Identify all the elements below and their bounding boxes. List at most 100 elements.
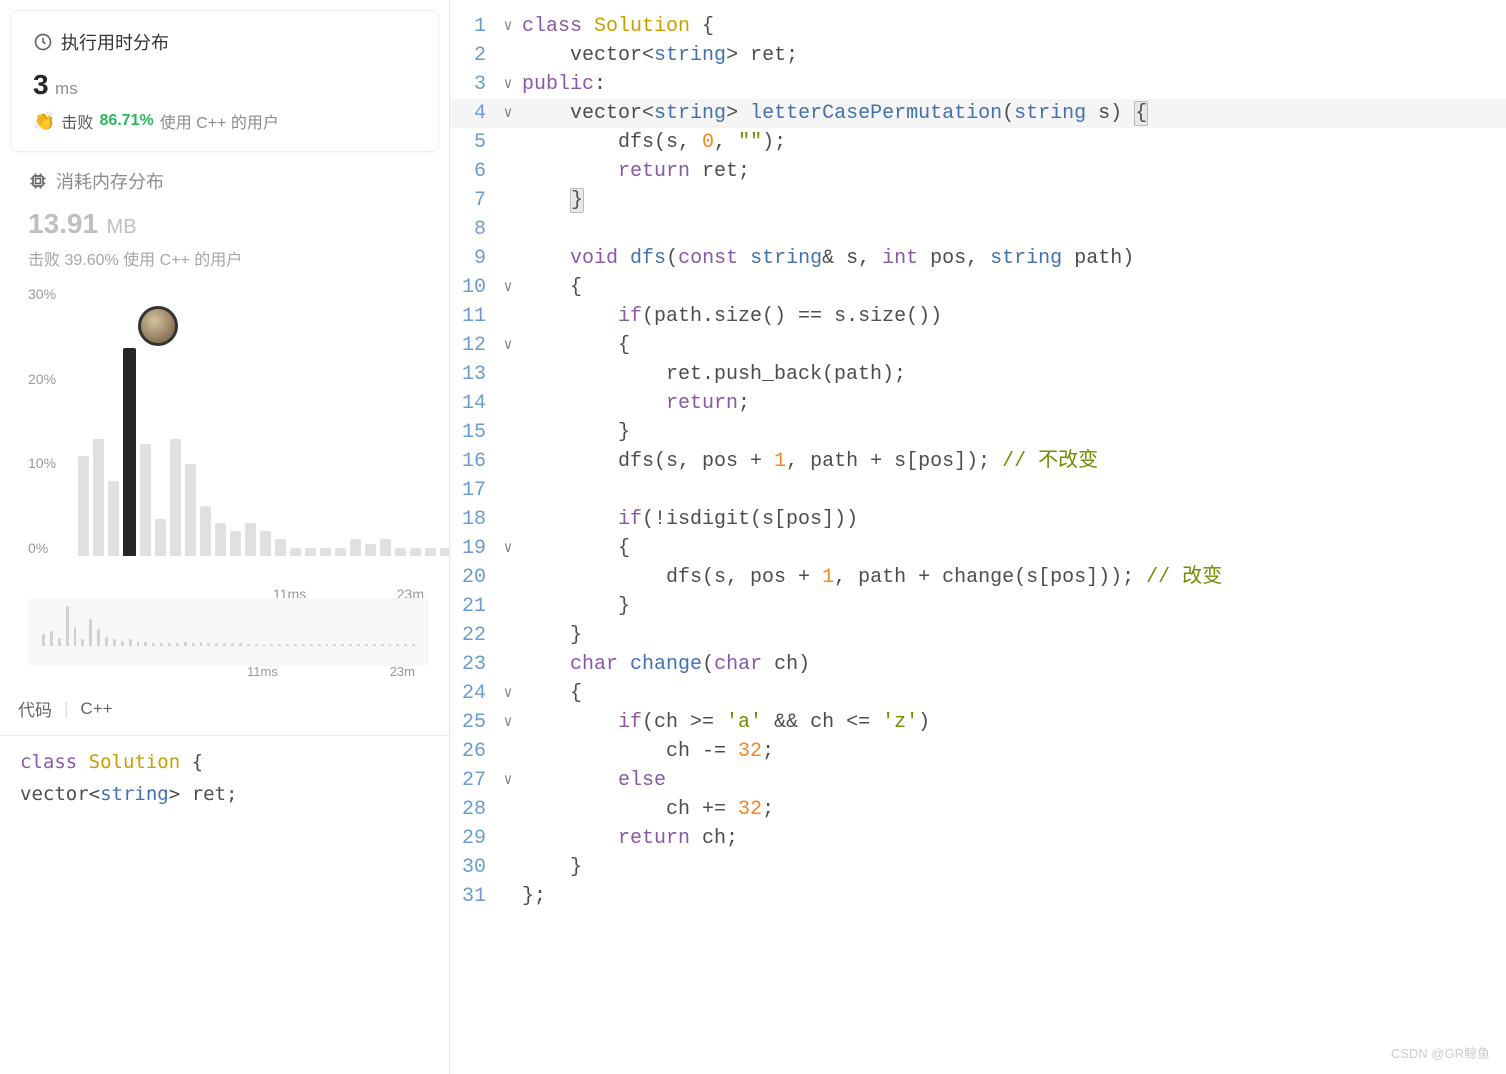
code-text[interactable]: return ret; [522, 157, 1506, 186]
chart-bar[interactable] [230, 531, 241, 556]
code-line[interactable]: 2 vector<string> ret; [450, 41, 1506, 70]
chart-bar[interactable] [440, 548, 450, 556]
code-text[interactable]: dfs(s, pos + 1, path + s[pos]); // 不改变 [522, 447, 1506, 476]
code-line[interactable]: 18 if(!isdigit(s[pos])) [450, 505, 1506, 534]
fold-toggle-icon[interactable]: ∨ [494, 679, 522, 708]
code-line[interactable]: 3∨public: [450, 70, 1506, 99]
fold-toggle-icon[interactable]: ∨ [494, 766, 522, 795]
code-text[interactable]: ch += 32; [522, 795, 1506, 824]
chart-bar[interactable] [320, 548, 331, 556]
code-line[interactable]: 12∨ { [450, 331, 1506, 360]
code-line[interactable]: 26 ch -= 32; [450, 737, 1506, 766]
chart-bar[interactable] [380, 539, 391, 556]
fold-toggle-icon[interactable]: ∨ [494, 331, 522, 360]
code-text[interactable]: } [522, 418, 1506, 447]
code-text[interactable]: } [522, 186, 1506, 215]
code-text[interactable]: if(!isdigit(s[pos])) [522, 505, 1506, 534]
fold-toggle-icon[interactable]: ∨ [494, 70, 522, 99]
code-line[interactable]: 20 dfs(s, pos + 1, path + change(s[pos])… [450, 563, 1506, 592]
code-line[interactable]: 13 ret.push_back(path); [450, 360, 1506, 389]
chart-bar[interactable] [123, 348, 136, 556]
code-line[interactable]: 15 } [450, 418, 1506, 447]
code-text[interactable]: vector<string> letterCasePermutation(str… [522, 99, 1506, 128]
code-text[interactable]: { [522, 331, 1506, 360]
code-text[interactable] [522, 476, 1506, 505]
runtime-distribution-chart[interactable]: 30% 20% 10% 0% 11ms 23m [28, 286, 429, 586]
code-text[interactable]: public: [522, 70, 1506, 99]
chart-bar[interactable] [425, 548, 436, 556]
code-line[interactable]: 7 } [450, 186, 1506, 215]
chart-bar[interactable] [155, 519, 166, 557]
code-line[interactable]: 23 char change(char ch) [450, 650, 1506, 679]
code-line[interactable]: 25∨ if(ch >= 'a' && ch <= 'z') [450, 708, 1506, 737]
code-line[interactable]: 27∨ else [450, 766, 1506, 795]
code-text[interactable]: return; [522, 389, 1506, 418]
code-text[interactable]: dfs(s, 0, ""); [522, 128, 1506, 157]
chart-bar[interactable] [78, 456, 89, 556]
chart-bar[interactable] [200, 506, 211, 556]
code-text[interactable]: } [522, 592, 1506, 621]
code-line[interactable]: 30 } [450, 853, 1506, 882]
code-line[interactable]: 5 dfs(s, 0, ""); [450, 128, 1506, 157]
code-text[interactable]: } [522, 621, 1506, 650]
code-line[interactable]: 28 ch += 32; [450, 795, 1506, 824]
chart-bar[interactable] [275, 539, 286, 556]
fold-toggle-icon[interactable]: ∨ [494, 12, 522, 41]
code-text[interactable]: { [522, 534, 1506, 563]
fold-toggle-icon[interactable]: ∨ [494, 708, 522, 737]
code-line[interactable]: 10∨ { [450, 273, 1506, 302]
chart-bar[interactable] [185, 464, 196, 556]
code-text[interactable]: dfs(s, pos + 1, path + change(s[pos])); … [522, 563, 1506, 592]
code-text[interactable]: { [522, 679, 1506, 708]
chart-bar[interactable] [170, 439, 181, 556]
code-text[interactable]: class Solution { [522, 12, 1506, 41]
chart-bar[interactable] [350, 539, 361, 556]
code-line[interactable]: 14 return; [450, 389, 1506, 418]
code-editor[interactable]: 1∨class Solution {2 vector<string> ret;3… [450, 0, 1506, 1074]
code-line[interactable]: 19∨ { [450, 534, 1506, 563]
chart-bar[interactable] [140, 444, 151, 557]
code-line[interactable]: 1∨class Solution { [450, 12, 1506, 41]
code-text[interactable]: }; [522, 882, 1506, 911]
chart-bar[interactable] [365, 544, 376, 557]
code-text[interactable]: ch -= 32; [522, 737, 1506, 766]
code-line[interactable]: 8 [450, 215, 1506, 244]
code-text[interactable]: if(path.size() == s.size()) [522, 302, 1506, 331]
code-text[interactable]: return ch; [522, 824, 1506, 853]
code-text[interactable] [522, 215, 1506, 244]
chart-bar[interactable] [215, 523, 226, 556]
code-text[interactable]: } [522, 853, 1506, 882]
code-line[interactable]: 17 [450, 476, 1506, 505]
chart-bar[interactable] [260, 531, 271, 556]
chart-bar[interactable] [410, 548, 421, 556]
code-line[interactable]: 6 return ret; [450, 157, 1506, 186]
code-line[interactable]: 16 dfs(s, pos + 1, path + s[pos]); // 不改… [450, 447, 1506, 476]
code-text[interactable]: vector<string> ret; [522, 41, 1506, 70]
code-text[interactable]: { [522, 273, 1506, 302]
code-line[interactable]: 11 if(path.size() == s.size()) [450, 302, 1506, 331]
chart-bar[interactable] [305, 548, 316, 556]
chart-bar[interactable] [335, 548, 346, 556]
chart-bar[interactable] [245, 523, 256, 556]
fold-toggle-icon[interactable]: ∨ [494, 534, 522, 563]
code-text[interactable]: void dfs(const string& s, int pos, strin… [522, 244, 1506, 273]
code-line[interactable]: 22 } [450, 621, 1506, 650]
code-tab-label[interactable]: 代码 [18, 696, 52, 721]
chart-overview-strip[interactable]: 11ms 23m [28, 598, 429, 666]
code-line[interactable]: 31}; [450, 882, 1506, 911]
code-language-label[interactable]: C++ [80, 699, 112, 719]
code-line[interactable]: 29 return ch; [450, 824, 1506, 853]
chart-bar[interactable] [290, 548, 301, 556]
code-line[interactable]: 9 void dfs(const string& s, int pos, str… [450, 244, 1506, 273]
chart-bar[interactable] [395, 548, 406, 556]
code-line[interactable]: 24∨ { [450, 679, 1506, 708]
fold-toggle-icon[interactable]: ∨ [494, 99, 522, 128]
code-text[interactable]: ret.push_back(path); [522, 360, 1506, 389]
code-text[interactable]: if(ch >= 'a' && ch <= 'z') [522, 708, 1506, 737]
code-text[interactable]: else [522, 766, 1506, 795]
chart-bar[interactable] [93, 439, 104, 556]
code-text[interactable]: char change(char ch) [522, 650, 1506, 679]
fold-toggle-icon[interactable]: ∨ [494, 273, 522, 302]
code-line[interactable]: 21 } [450, 592, 1506, 621]
code-line[interactable]: 4∨ vector<string> letterCasePermutation(… [450, 99, 1506, 128]
